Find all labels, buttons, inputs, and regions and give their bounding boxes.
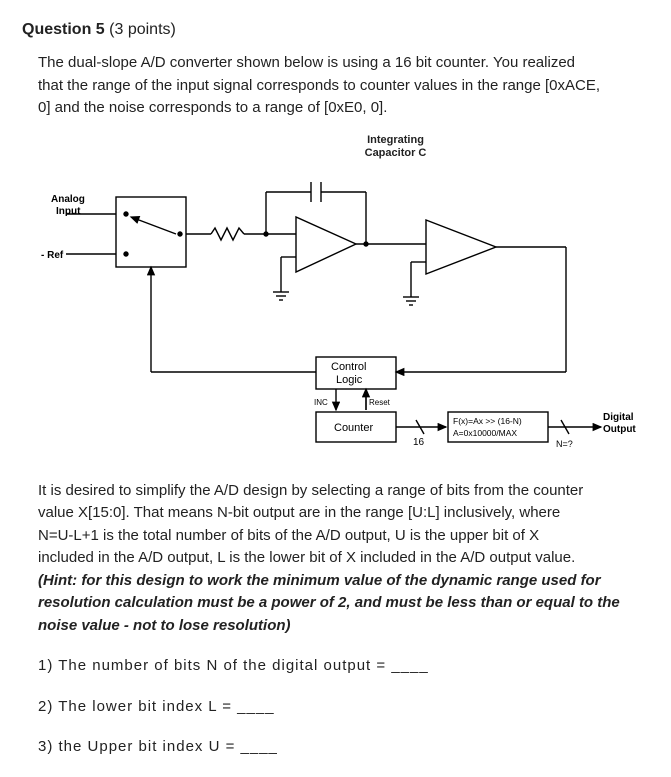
capacitor-label-2: Capacitor C: [365, 147, 427, 159]
desc-line: N=U-L+1 is the total number of bits of t…: [38, 525, 649, 548]
svg-text:Analog: Analog: [51, 194, 85, 205]
inc-label: INC: [314, 398, 328, 407]
svg-text:Reset: Reset: [369, 398, 391, 407]
analog-label-1: Analog: [51, 194, 85, 205]
intro-paragraph: The dual-slope A/D converter shown below…: [22, 52, 649, 120]
svg-text:N=?: N=?: [556, 439, 573, 449]
n-question-label: N=?: [556, 439, 573, 449]
svg-text:INC: INC: [314, 398, 328, 407]
intro-line: 0] and the noise corresponds to a range …: [38, 97, 649, 120]
svg-text:16: 16: [413, 437, 425, 448]
svg-text:Digital: Digital: [603, 412, 634, 423]
desc-line: value X[15:0]. That means N-bit output a…: [38, 502, 649, 525]
subquestion-2: 2) The lower bit index L = ____: [38, 696, 649, 719]
subquestion-1: 1) The number of bits N of the digital o…: [38, 655, 649, 678]
logic-label: Logic: [336, 374, 363, 386]
capacitor-label-1: Integrating: [367, 134, 424, 146]
analog-label-2: Input: [56, 206, 81, 217]
reset-label: Reset: [369, 398, 391, 407]
fx-line-1: F(x)=Ax >> (16-N): [453, 416, 522, 426]
question-header: Question 5 (3 points): [22, 18, 649, 42]
desc-line: included in the A/D output, L is the low…: [38, 547, 649, 570]
desc-line: It is desired to simplify the A/D design…: [38, 480, 649, 503]
svg-text:Control: Control: [331, 361, 366, 373]
circuit-svg: Analog Input - Ref: [36, 162, 636, 462]
fx-line-2: A=0x10000/MAX: [453, 428, 517, 438]
bus-16-label: 16: [413, 437, 425, 448]
svg-text:Logic: Logic: [336, 374, 363, 386]
hint-line: (Hint: for this design to work the minim…: [38, 570, 649, 593]
svg-text:- Ref: - Ref: [41, 250, 64, 261]
intro-line: The dual-slope A/D converter shown below…: [38, 52, 649, 75]
ref-label: - Ref: [41, 250, 64, 261]
subquestion-list: 1) The number of bits N of the digital o…: [22, 655, 649, 759]
hint-line: resolution calculation must be a power o…: [38, 592, 649, 615]
question-title: Question 5: [22, 21, 105, 38]
circuit-diagram: Integrating Capacitor C Analog Input - R…: [22, 134, 649, 462]
digital-label-2: Output: [603, 424, 636, 435]
description-paragraph: It is desired to simplify the A/D design…: [22, 480, 649, 638]
counter-label: Counter: [334, 422, 373, 434]
digital-label-1: Digital: [603, 412, 634, 423]
question-points: (3 points): [109, 21, 176, 38]
svg-text:A=0x10000/MAX: A=0x10000/MAX: [453, 428, 517, 438]
svg-text:Counter: Counter: [334, 422, 373, 434]
intro-line: that the range of the input signal corre…: [38, 75, 649, 98]
subquestion-3: 3) the Upper bit index U = ____: [38, 736, 649, 759]
svg-text:F(x)=Ax >> (16-N): F(x)=Ax >> (16-N): [453, 416, 522, 426]
svg-text:Output: Output: [603, 424, 636, 435]
svg-text:Input: Input: [56, 206, 81, 217]
hint-line: noise value - not to lose resolution): [38, 615, 649, 638]
control-label: Control: [331, 361, 366, 373]
